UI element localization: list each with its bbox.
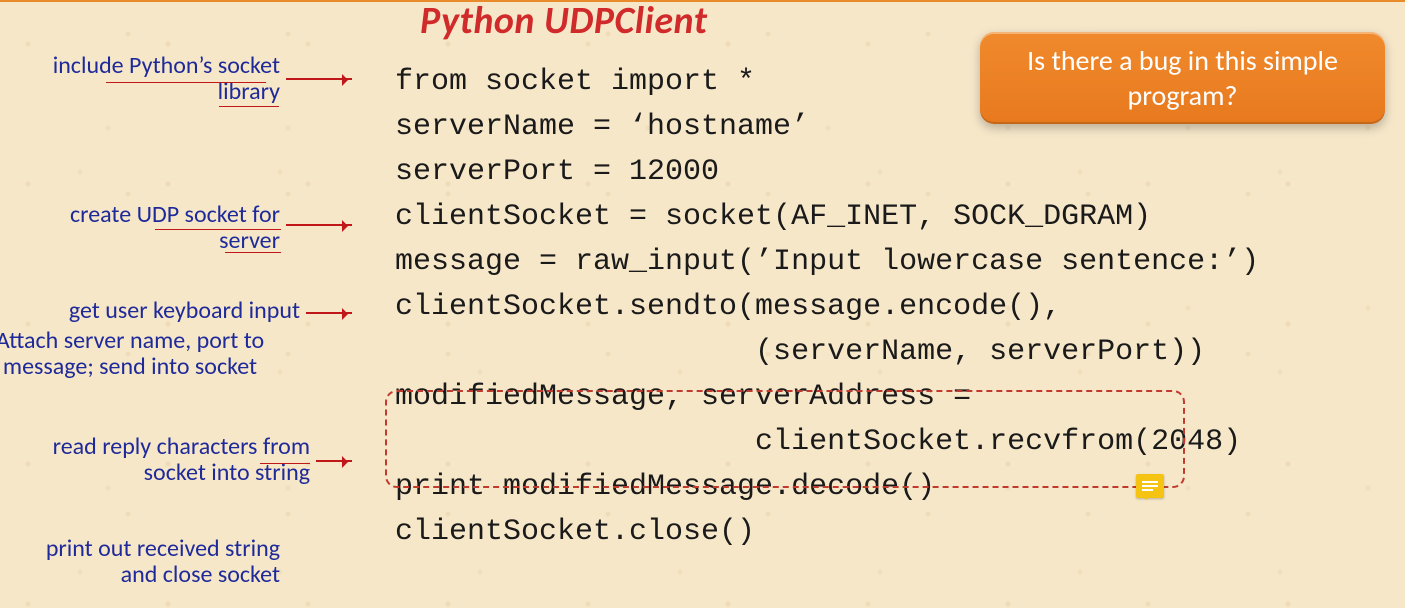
annotation-get-user-input: get user keyboard input (0, 298, 300, 324)
code-line: clientSocket.close() (395, 515, 755, 549)
annotation-attach-send: Attach server name, port to message; sen… (0, 328, 300, 381)
arrow-icon (306, 312, 352, 314)
underline-accent (106, 82, 266, 83)
code-line: message = raw_input(’Input lowercase sen… (395, 245, 1259, 279)
code-line: from socket import * (395, 65, 755, 99)
underline-accent (260, 463, 310, 464)
slide: Python UDPClient Is there a bug in this … (0, 0, 1405, 608)
code-line: clientSocket = socket(AF_INET, SOCK_DGRA… (395, 200, 1151, 234)
underline-accent (219, 106, 279, 107)
underline-accent (225, 252, 281, 253)
highlight-box (385, 390, 1185, 488)
slide-title: Python UDPClient (420, 0, 707, 44)
annotation-include-socket: include Python’s socket library (0, 53, 280, 106)
annotation-print-close: print out received string and close sock… (0, 536, 280, 589)
code-line: (serverName, serverPort)) (395, 335, 1205, 369)
annotation-read-reply: read reply characters from socket into s… (0, 434, 310, 487)
underline-accent (155, 229, 281, 230)
arrow-icon (286, 78, 352, 80)
arrow-icon (286, 224, 352, 226)
comment-icon[interactable] (1136, 474, 1164, 498)
code-line: serverPort = 12000 (395, 155, 719, 189)
code-line: serverName = ‘hostname’ (395, 110, 809, 144)
code-line: clientSocket.sendto(message.encode(), (395, 290, 1061, 324)
arrow-icon (316, 460, 352, 462)
